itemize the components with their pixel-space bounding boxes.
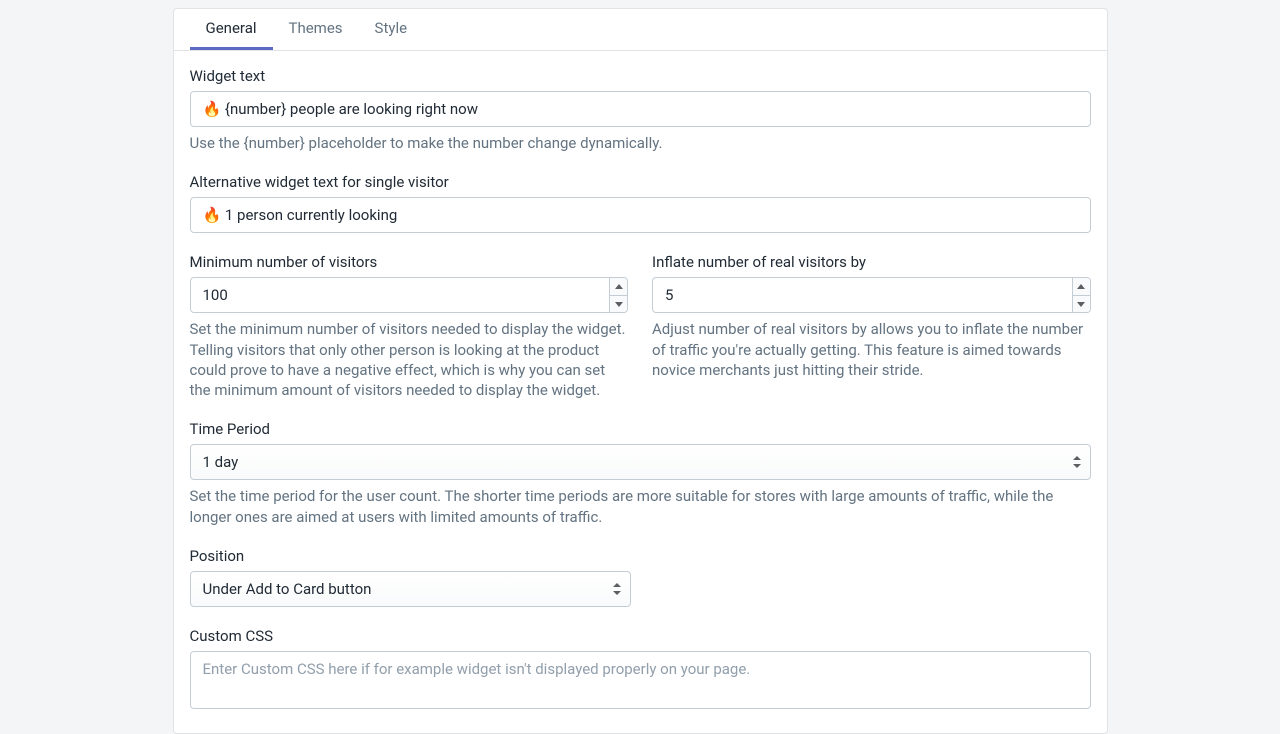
custom-css-textarea[interactable]: [190, 651, 1091, 709]
field-alt-text: Alternative widget text for single visit…: [190, 173, 1091, 233]
field-inflate: Inflate number of real visitors by Adjus…: [652, 253, 1091, 400]
min-visitors-down[interactable]: [610, 296, 627, 313]
tabs-bar: General Themes Style: [174, 9, 1107, 51]
inflate-down[interactable]: [1073, 296, 1090, 313]
min-visitors-input[interactable]: [190, 277, 629, 313]
settings-panel: General Themes Style Widget text Use the…: [173, 8, 1108, 734]
field-min-visitors: Minimum number of visitors Set the minim…: [190, 253, 629, 400]
custom-css-label: Custom CSS: [190, 627, 1091, 645]
widget-text-label: Widget text: [190, 67, 1091, 85]
tab-general[interactable]: General: [190, 9, 273, 50]
inflate-stepper: [1072, 278, 1090, 312]
position-select[interactable]: [190, 571, 631, 607]
field-custom-css: Custom CSS: [190, 627, 1091, 713]
time-period-help: Set the time period for the user count. …: [190, 486, 1091, 527]
time-period-select[interactable]: [190, 444, 1091, 480]
min-visitors-help: Set the minimum number of visitors neede…: [190, 319, 629, 400]
position-label: Position: [190, 547, 1091, 565]
widget-text-input[interactable]: [190, 91, 1091, 127]
field-position: Position: [190, 547, 1091, 607]
widget-text-help: Use the {number} placeholder to make the…: [190, 133, 1091, 153]
time-period-label: Time Period: [190, 420, 1091, 438]
alt-text-input[interactable]: [190, 197, 1091, 233]
min-visitors-stepper: [609, 278, 627, 312]
row-visitors: Minimum number of visitors Set the minim…: [190, 253, 1091, 400]
chevron-up-icon: [615, 284, 623, 289]
field-time-period: Time Period Set the time period for the …: [190, 420, 1091, 527]
chevron-down-icon: [615, 302, 623, 307]
min-visitors-label: Minimum number of visitors: [190, 253, 629, 271]
chevron-down-icon: [1077, 302, 1085, 307]
inflate-help: Adjust number of real visitors by allows…: [652, 319, 1091, 380]
chevron-up-icon: [1077, 284, 1085, 289]
min-visitors-up[interactable]: [610, 278, 627, 296]
inflate-up[interactable]: [1073, 278, 1090, 296]
field-widget-text: Widget text Use the {number} placeholder…: [190, 67, 1091, 153]
tab-content: Widget text Use the {number} placeholder…: [174, 51, 1107, 733]
inflate-input[interactable]: [652, 277, 1091, 313]
tab-themes[interactable]: Themes: [273, 9, 359, 50]
tab-style[interactable]: Style: [359, 9, 424, 50]
inflate-label: Inflate number of real visitors by: [652, 253, 1091, 271]
alt-text-label: Alternative widget text for single visit…: [190, 173, 1091, 191]
